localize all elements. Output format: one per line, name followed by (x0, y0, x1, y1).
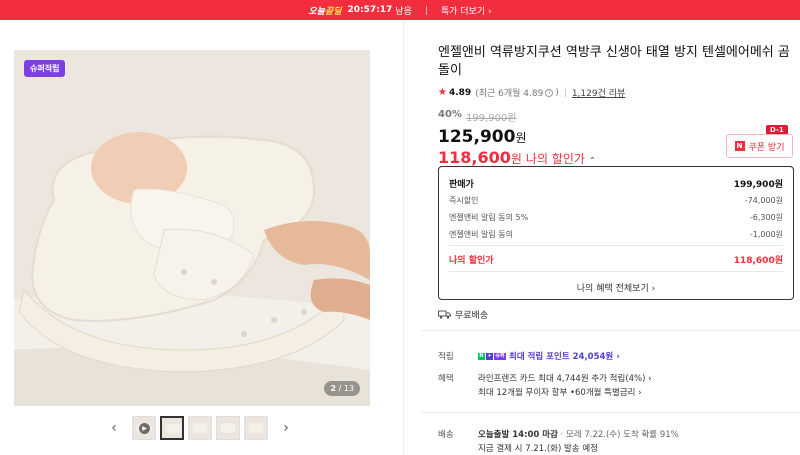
product-title: 엔젤앤비 역류방지쿠션 역방쿠 신생아 태열 방지 텐셀에어메쉬 곰돌이 (438, 45, 790, 78)
thumbnail-5[interactable] (244, 416, 268, 440)
free-shipping: 무료배송 (438, 308, 488, 321)
truck-icon (438, 310, 451, 319)
coupon-label: 쿠폰 받기 (748, 142, 785, 153)
points-link[interactable]: N + 슈퍼 최대 적립 포인트 24,054원 › (478, 350, 620, 362)
deal-banner: 오늘끝딜 20:57:17 남음 특가 더보기 › (0, 0, 800, 20)
deal-tag: 오늘끝딜 (308, 6, 342, 17)
section-divider (420, 330, 800, 331)
recent-rating-close: ) (555, 87, 559, 98)
discount-percent: 40% (438, 109, 462, 120)
breakdown-divider (449, 271, 783, 272)
thumbnail-3[interactable] (188, 416, 212, 440)
my-price-label: 나의 할인가 (525, 152, 585, 166)
thumbnail-strip: ‹ ▶ › (106, 416, 294, 440)
coupon-button[interactable]: N 쿠폰 받기 (726, 134, 793, 158)
super-points-badge: 슈퍼적립 (24, 60, 66, 77)
breakdown-my-price: 나의 할인가 118,600원 (449, 256, 783, 266)
thumbnail-video[interactable]: ▶ (132, 416, 156, 440)
today-dispatch: 오늘출발 14:00 마감 (478, 430, 558, 440)
section-divider (420, 412, 800, 413)
column-divider (403, 20, 404, 455)
naver-n-icon: N (734, 141, 745, 151)
breakdown-row: 즉시할인 -74,000원 (449, 196, 783, 205)
breakdown-row: 엔젤앤비 알림 동의 -1,000원 (449, 230, 783, 239)
product-photo (14, 50, 370, 406)
next-thumb-arrow-icon[interactable]: › (278, 416, 294, 440)
info-icon[interactable]: i (545, 88, 554, 97)
dispatch-estimate: 지금 결제 시 7.21.(화) 발송 예정 (478, 444, 598, 454)
price-breakdown-box: 판매가 199,900원 즉시할인 -74,000원 엔젤앤비 알림 동의 5% -6… (438, 166, 794, 300)
all-benefits-link[interactable]: 나의 혜택 전체보기 › (439, 281, 793, 294)
reviews-link[interactable]: 1,129건 리뷰 (572, 86, 625, 99)
star-icon: ★ (438, 87, 447, 98)
breakdown-head: 판매가 199,900원 (449, 180, 783, 190)
play-icon: ▶ (139, 423, 150, 434)
deal-timer-suffix: 남음 (395, 6, 412, 17)
image-counter: 2 / 13 (324, 381, 360, 396)
rating-score: 4.89 (448, 87, 472, 98)
discount-row: 40% 199,900원 (438, 109, 794, 124)
product-main-image[interactable]: 슈퍼적립 2 / 13 (14, 50, 370, 406)
thumbnail-2[interactable] (160, 416, 184, 440)
prev-thumb-arrow-icon[interactable]: ‹ (106, 416, 122, 440)
original-price: 199,900원 (465, 113, 517, 124)
rating-divider (564, 88, 566, 97)
recent-rating: (최근 6개월 4.89 (475, 89, 544, 99)
npay-icon: N + 슈퍼 (478, 353, 506, 360)
breakdown-divider (449, 245, 783, 246)
installment-link[interactable]: 최대 12개월 무이자 할부 •60개월 특별금리 › (478, 386, 642, 398)
thumbnail-4[interactable] (216, 416, 240, 440)
banner-divider (425, 5, 427, 15)
arrival-estimate: · 모레 7.22.(수) 도착 확률 91% (560, 430, 679, 440)
breakdown-row: 엔젤앤비 알림 동의 5% -6,300원 (449, 213, 783, 222)
chevron-up-icon: ⌃ (588, 156, 596, 165)
deal-timer: 20:57:17 (347, 5, 393, 15)
card-benefit-link[interactable]: 라인프렌즈 카드 최대 4,744원 추가 적립(4%) › (478, 372, 652, 384)
rating-row: ★ 4.89 (최근 6개월 4.89 i ) 1,129건 리뷰 (438, 86, 794, 99)
more-deals-link[interactable]: 특가 더보기 › (441, 4, 492, 17)
